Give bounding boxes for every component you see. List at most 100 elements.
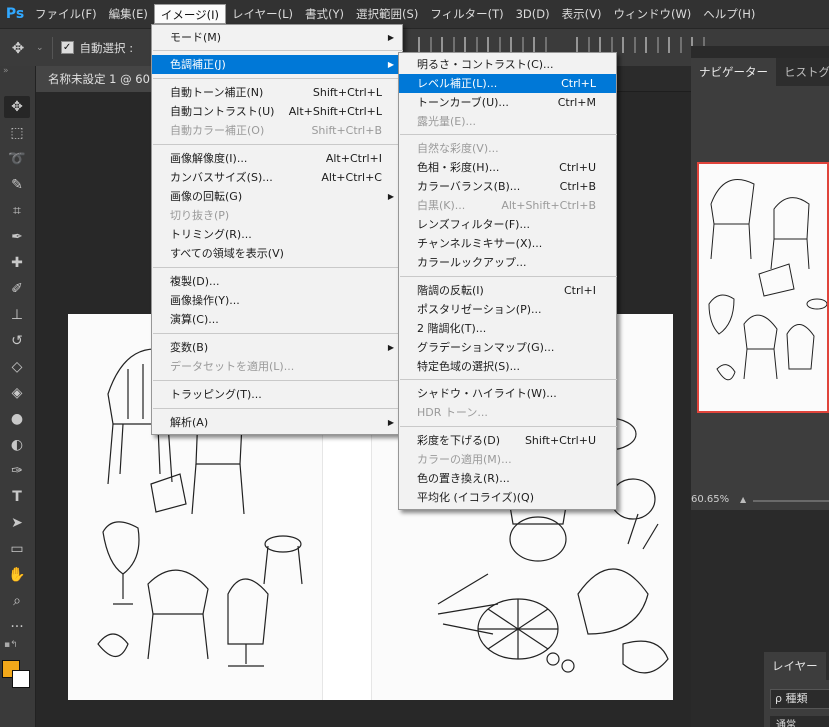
menu-item-equalize[interactable]: 平均化 (イコライズ)(Q) bbox=[399, 488, 616, 507]
blend-mode-select[interactable]: 通常 bbox=[770, 716, 829, 727]
menu-separator bbox=[400, 426, 617, 427]
menu-item-curves[interactable]: トーンカーブ(U)... Ctrl+M bbox=[399, 93, 616, 112]
align-icon[interactable] bbox=[622, 37, 636, 53]
menu-item-analysis[interactable]: 解析(A) ▶ bbox=[152, 413, 402, 432]
menu-layer[interactable]: レイヤー(L) bbox=[226, 4, 299, 24]
dodge-tool-icon[interactable]: ◐ bbox=[4, 434, 30, 456]
menu-help[interactable]: ヘルプ(H) bbox=[697, 4, 761, 24]
paint-bucket-icon[interactable]: ◈ bbox=[4, 382, 30, 404]
menu-item-auto-tone[interactable]: 自動トーン補正(N) Shift+Ctrl+L bbox=[152, 83, 402, 102]
menu-separator bbox=[153, 408, 403, 409]
quick-select-icon[interactable]: ✎ bbox=[4, 174, 30, 196]
menu-item-channel-mixer[interactable]: チャンネルミキサー(X)... bbox=[399, 234, 616, 253]
lasso-tool-icon[interactable]: ➰ bbox=[4, 148, 30, 170]
layer-kind-filter[interactable]: ρ 種類 bbox=[770, 689, 829, 709]
align-icon[interactable] bbox=[510, 37, 524, 53]
align-icon[interactable] bbox=[464, 37, 478, 53]
zoom-out-icon[interactable]: ▲ bbox=[740, 495, 746, 504]
menu-item-canvas-size[interactable]: カンバスサイズ(S)... Alt+Ctrl+C bbox=[152, 168, 402, 187]
menu-file[interactable]: ファイル(F) bbox=[29, 4, 103, 24]
chevron-down-icon[interactable]: ⌄ bbox=[36, 43, 44, 53]
menu-item-image-size[interactable]: 画像解像度(I)... Alt+Ctrl+I bbox=[152, 149, 402, 168]
menu-window[interactable]: ウィンドウ(W) bbox=[607, 4, 697, 24]
background-color-swatch[interactable] bbox=[12, 670, 30, 688]
menu-item-hue-saturation[interactable]: 色相・彩度(H)... Ctrl+U bbox=[399, 158, 616, 177]
menu-item-posterize[interactable]: ポスタリゼーション(P)... bbox=[399, 300, 616, 319]
crop-tool-icon[interactable]: ⌗ bbox=[4, 200, 30, 222]
document-tab[interactable]: 名称未設定 1 @ 60 bbox=[36, 66, 162, 92]
align-icon[interactable] bbox=[533, 37, 547, 53]
align-icon[interactable] bbox=[645, 37, 659, 53]
move-tool-icon[interactable]: ✥ bbox=[4, 96, 30, 118]
menu-item-replace-color[interactable]: 色の置き換え(R)... bbox=[399, 469, 616, 488]
default-colors-icon[interactable]: ▪↰ bbox=[4, 640, 18, 650]
align-icon[interactable] bbox=[418, 37, 432, 53]
align-icon[interactable] bbox=[668, 37, 682, 53]
menu-item-image-rotation[interactable]: 画像の回転(G) ▶ bbox=[152, 187, 402, 206]
menu-item-auto-contrast[interactable]: 自動コントラスト(U) Alt+Shift+Ctrl+L bbox=[152, 102, 402, 121]
path-select-icon[interactable]: ➤ bbox=[4, 512, 30, 534]
brush-tool-icon[interactable]: ✐ bbox=[4, 278, 30, 300]
menu-separator bbox=[153, 333, 403, 334]
type-tool-icon[interactable]: T bbox=[4, 486, 30, 508]
menu-item-mode[interactable]: モード(M) ▶ bbox=[152, 28, 402, 47]
menu-item-apply-image[interactable]: 画像操作(Y)... bbox=[152, 291, 402, 310]
menu-view[interactable]: 表示(V) bbox=[556, 4, 608, 24]
menu-item-color-balance[interactable]: カラーバランス(B)... Ctrl+B bbox=[399, 177, 616, 196]
history-brush-icon[interactable]: ↺ bbox=[4, 330, 30, 352]
healing-brush-icon[interactable]: ✚ bbox=[4, 252, 30, 274]
menu-image[interactable]: イメージ(I) bbox=[153, 4, 226, 24]
menu-item-gradient-map[interactable]: グラデーションマップ(G)... bbox=[399, 338, 616, 357]
eyedropper-tool-icon[interactable]: ✒ bbox=[4, 226, 30, 248]
menu-item-invert[interactable]: 階調の反転(I) Ctrl+I bbox=[399, 281, 616, 300]
align-icon[interactable] bbox=[441, 37, 455, 53]
tab-navigator[interactable]: ナビゲーター bbox=[691, 58, 776, 86]
menu-type[interactable]: 書式(Y) bbox=[299, 4, 350, 24]
stamp-tool-icon[interactable]: ⊥ bbox=[4, 304, 30, 326]
navigator-zoom-value[interactable]: 60.65% bbox=[691, 494, 729, 505]
menu-item-threshold[interactable]: 2 階調化(T)... bbox=[399, 319, 616, 338]
align-icon[interactable] bbox=[487, 37, 501, 53]
menu-item-trim[interactable]: トリミング(R)... bbox=[152, 225, 402, 244]
hand-tool-icon[interactable]: ✋ bbox=[4, 564, 30, 586]
menu-filter[interactable]: フィルター(T) bbox=[424, 4, 509, 24]
photoshop-logo: Ps bbox=[5, 6, 25, 22]
menu-3d[interactable]: 3D(D) bbox=[510, 4, 556, 24]
blur-tool-icon[interactable]: ● bbox=[4, 408, 30, 430]
menu-item-photo-filter[interactable]: レンズフィルター(F)... bbox=[399, 215, 616, 234]
menu-item-trapping[interactable]: トラッピング(T)... bbox=[152, 385, 402, 404]
eraser-tool-icon[interactable]: ◇ bbox=[4, 356, 30, 378]
menu-item-desaturate[interactable]: 彩度を下げる(D) Shift+Ctrl+U bbox=[399, 431, 616, 450]
menu-item-brightness-contrast[interactable]: 明るさ・コントラスト(C)... bbox=[399, 55, 616, 74]
rectangle-tool-icon[interactable]: ▭ bbox=[4, 538, 30, 560]
align-icon[interactable] bbox=[576, 37, 590, 53]
menu-item-color-lookup[interactable]: カラールックアップ... bbox=[399, 253, 616, 272]
more-tools-icon[interactable]: ··· bbox=[4, 616, 30, 638]
pen-tool-icon[interactable]: ✑ bbox=[4, 460, 30, 482]
menu-select[interactable]: 選択範囲(S) bbox=[350, 4, 424, 24]
menu-item-shadows-highlights[interactable]: シャドウ・ハイライト(W)... bbox=[399, 384, 616, 403]
menu-item-crop: 切り抜き(P) bbox=[170, 209, 230, 222]
image-menu: モード(M) ▶ 色調補正(J) ▶ 自動トーン補正(N) Shift+Ctrl+L … bbox=[151, 24, 403, 435]
menu-item-levels[interactable]: レベル補正(L)... Ctrl+L bbox=[399, 74, 616, 93]
navigator-thumbnail[interactable] bbox=[697, 162, 829, 413]
menu-item-variables[interactable]: 変数(B) ▶ bbox=[152, 338, 402, 357]
menu-item-duplicate[interactable]: 複製(D)... bbox=[152, 272, 402, 291]
menu-item-calculations[interactable]: 演算(C)... bbox=[152, 310, 402, 329]
tab-layers[interactable]: レイヤー bbox=[764, 652, 826, 680]
menu-item-selective-color[interactable]: 特定色域の選択(S)... bbox=[399, 357, 616, 376]
move-tool-icon[interactable]: ✥ bbox=[0, 39, 36, 57]
zoom-tool-icon[interactable]: ⌕ bbox=[4, 590, 30, 612]
menu-item-reveal-all[interactable]: すべての領域を表示(V) bbox=[152, 244, 402, 263]
auto-select-checkbox[interactable]: ✓ bbox=[60, 41, 74, 54]
marquee-tool-icon[interactable]: ⬚ bbox=[4, 122, 30, 144]
menu-bar: Ps ファイル(F) 編集(E) イメージ(I) レイヤー(L) 書式(Y) 選… bbox=[0, 0, 829, 28]
tab-histogram[interactable]: ヒストグラム bbox=[776, 58, 829, 86]
menu-separator bbox=[153, 50, 403, 51]
zoom-slider[interactable] bbox=[753, 500, 829, 502]
submenu-arrow-icon: ▶ bbox=[387, 33, 394, 42]
menu-item-adjustments[interactable]: 色調補正(J) ▶ bbox=[152, 55, 402, 74]
menu-edit[interactable]: 編集(E) bbox=[103, 4, 154, 24]
align-icon[interactable] bbox=[599, 37, 613, 53]
collapse-icon[interactable]: » bbox=[3, 66, 9, 76]
